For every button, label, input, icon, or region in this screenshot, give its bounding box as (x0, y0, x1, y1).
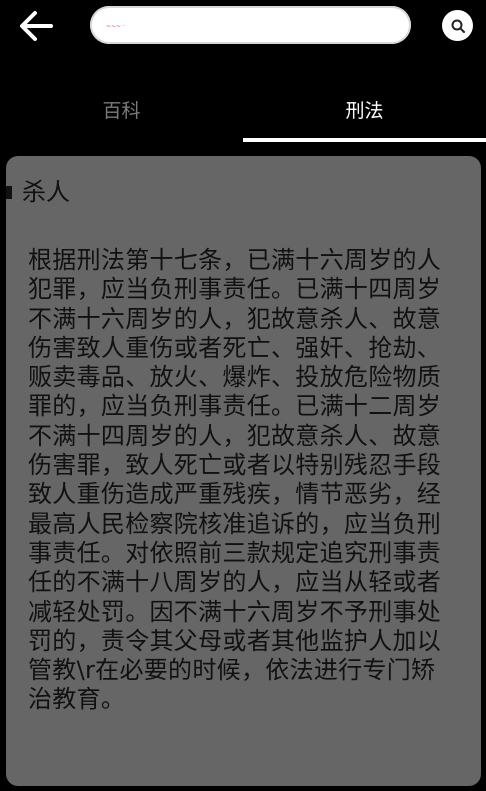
search-icon (451, 19, 465, 33)
search-input[interactable] (104, 12, 398, 40)
tab-bar: 百科 刑法 (0, 80, 486, 142)
tab-baike[interactable]: 百科 (0, 80, 243, 138)
active-tab-indicator (243, 138, 486, 142)
tab-xingfa[interactable]: 刑法 (243, 80, 486, 138)
search-button[interactable] (442, 10, 473, 41)
back-button[interactable] (16, 6, 56, 46)
title-marker (6, 186, 12, 199)
article-title: 杀人 (22, 178, 70, 206)
back-arrow-icon (20, 11, 53, 41)
search-box[interactable] (90, 6, 411, 44)
article-body: 根据刑法第十七条，已满十六周岁的人犯罪，应当负刑事责任。已满十四周岁不满十六周岁… (28, 246, 442, 714)
top-bar (0, 0, 486, 52)
article-card: 杀人 根据刑法第十七条，已满十六周岁的人犯罪，应当负刑事责任。已满十四周岁不满十… (6, 156, 481, 786)
